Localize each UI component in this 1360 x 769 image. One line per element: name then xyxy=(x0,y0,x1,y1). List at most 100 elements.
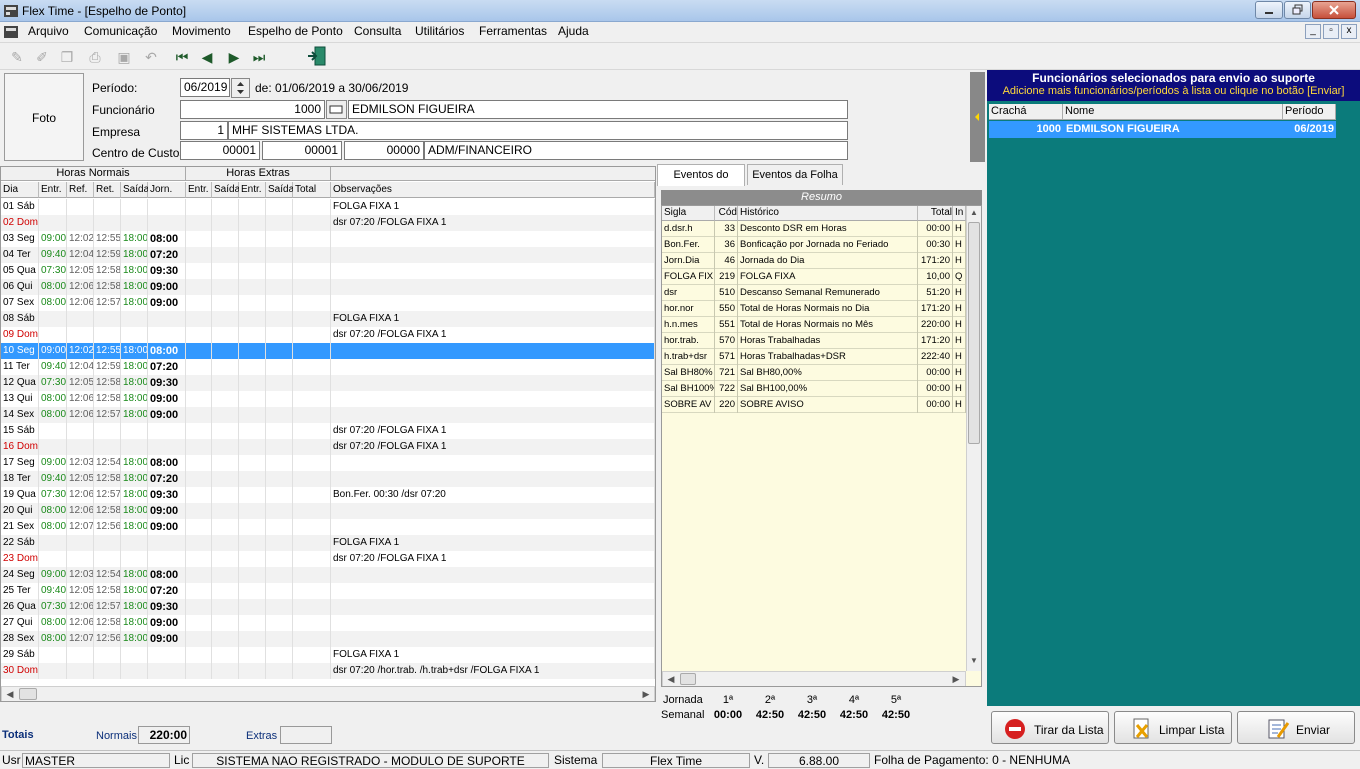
cell-observacoes[interactable]: Bon.Fer. 00:30 /dsr 07:20 xyxy=(331,487,655,503)
exit-icon[interactable] xyxy=(306,45,328,67)
cell-extra-entr2[interactable] xyxy=(239,503,266,519)
mdi-minimize-button[interactable]: _ xyxy=(1305,24,1321,39)
cell-dia[interactable]: 06 Qui xyxy=(1,279,39,295)
cell-extra-entr1[interactable] xyxy=(186,583,212,599)
table-row[interactable]: 28 Sex 08:00 12:07 12:56 18:00 09:00 xyxy=(1,631,655,647)
cell-entr[interactable] xyxy=(39,311,67,327)
cell-ref[interactable] xyxy=(67,535,94,551)
cell-extra-entr1[interactable] xyxy=(186,503,212,519)
cell-observacoes[interactable] xyxy=(331,471,655,487)
cell-extra-saida2[interactable] xyxy=(266,455,293,471)
cell-extra-entr1[interactable] xyxy=(186,615,212,631)
cell-observacoes[interactable]: FOLGA FIXA 1 xyxy=(331,311,655,327)
cell-dia[interactable]: 19 Qua xyxy=(1,487,39,503)
cell-entr[interactable]: 07:30 xyxy=(39,599,67,615)
cell-observacoes[interactable] xyxy=(331,519,655,535)
cell-extra-saida1[interactable] xyxy=(212,663,239,679)
cell-ret[interactable]: 12:57 xyxy=(94,487,121,503)
cell-ret[interactable]: 12:58 xyxy=(94,375,121,391)
cell-total[interactable] xyxy=(293,423,331,439)
cell-ref[interactable]: 12:05 xyxy=(67,583,94,599)
cell-saida[interactable] xyxy=(121,423,148,439)
cell-extra-saida1[interactable] xyxy=(212,279,239,295)
cell-extra-entr1[interactable] xyxy=(186,263,212,279)
cell-dia[interactable]: 07 Sex xyxy=(1,295,39,311)
cell-observacoes[interactable] xyxy=(331,359,655,375)
cell-extra-saida2[interactable] xyxy=(266,647,293,663)
cell-saida[interactable] xyxy=(121,663,148,679)
cell-extra-entr2[interactable] xyxy=(239,583,266,599)
tab-eventos-da-folha[interactable]: Eventos da Folha xyxy=(747,164,843,185)
cell-saida[interactable] xyxy=(121,199,148,215)
cell-saida[interactable]: 18:00 xyxy=(121,231,148,247)
tab-eventos-do-ponto[interactable]: Eventos do Ponto xyxy=(657,164,745,201)
cell-saida[interactable]: 18:00 xyxy=(121,391,148,407)
close-button[interactable] xyxy=(1312,1,1356,19)
cell-extra-saida2[interactable] xyxy=(266,423,293,439)
cell-ret[interactable]: 12:58 xyxy=(94,503,121,519)
cell-ret[interactable] xyxy=(94,535,121,551)
cell-entr[interactable]: 08:00 xyxy=(39,295,67,311)
cell-extra-saida1[interactable] xyxy=(212,567,239,583)
cell-extra-entr2[interactable] xyxy=(239,199,266,215)
cell-observacoes[interactable]: dsr 07:20 /FOLGA FIXA 1 xyxy=(331,327,655,343)
cell-ref[interactable] xyxy=(67,423,94,439)
cell-extra-entr2[interactable] xyxy=(239,535,266,551)
cell-extra-saida2[interactable] xyxy=(266,439,293,455)
cell-dia[interactable]: 05 Qua xyxy=(1,263,39,279)
cell-entr[interactable] xyxy=(39,215,67,231)
cell-observacoes[interactable] xyxy=(331,631,655,647)
cell-total[interactable] xyxy=(293,455,331,471)
cell-saida[interactable] xyxy=(121,647,148,663)
cell-extra-entr1[interactable] xyxy=(186,567,212,583)
cell-total[interactable] xyxy=(293,631,331,647)
cell-entr[interactable] xyxy=(39,327,67,343)
cell-saida[interactable] xyxy=(121,215,148,231)
cell-total[interactable] xyxy=(293,343,331,359)
cc3-input[interactable]: 00000 xyxy=(344,141,424,160)
cell-extra-entr1[interactable] xyxy=(186,311,212,327)
cell-extra-saida2[interactable] xyxy=(266,263,293,279)
cell-ref[interactable]: 12:06 xyxy=(67,279,94,295)
empresa-code-input[interactable]: 1 xyxy=(180,121,228,140)
cell-extra-saida2[interactable] xyxy=(266,279,293,295)
undo-icon[interactable]: ↶ xyxy=(143,49,159,65)
cell-jorn[interactable]: 08:00 xyxy=(148,231,186,247)
cell-extra-entr2[interactable] xyxy=(239,599,266,615)
cell-observacoes[interactable] xyxy=(331,567,655,583)
table-row[interactable]: 15 Sáb dsr 07:20 /FOLGA FIXA 1 xyxy=(1,423,655,439)
cell-dia[interactable]: 30 Dom xyxy=(1,663,39,679)
cell-entr[interactable]: 09:00 xyxy=(39,343,67,359)
cell-extra-saida2[interactable] xyxy=(266,215,293,231)
resumo-row[interactable]: Bon.Fer. 36 Bonficação por Jornada no Feri… xyxy=(662,237,966,253)
col-saida[interactable]: Saída xyxy=(121,182,149,198)
cell-ref[interactable] xyxy=(67,215,94,231)
cell-extra-saida1[interactable] xyxy=(212,295,239,311)
enviar-button[interactable]: Enviar xyxy=(1237,711,1355,744)
cell-jorn[interactable] xyxy=(148,311,186,327)
cell-extra-saida1[interactable] xyxy=(212,407,239,423)
cell-dia[interactable]: 20 Qui xyxy=(1,503,39,519)
cell-jorn[interactable] xyxy=(148,439,186,455)
cell-saida[interactable]: 18:00 xyxy=(121,359,148,375)
cell-extra-entr2[interactable] xyxy=(239,455,266,471)
cell-saida[interactable]: 18:00 xyxy=(121,519,148,535)
cell-total[interactable] xyxy=(293,551,331,567)
cell-ref[interactable]: 12:06 xyxy=(67,503,94,519)
mdi-close-button[interactable]: x xyxy=(1341,24,1357,39)
cell-extra-entr1[interactable] xyxy=(186,295,212,311)
cell-extra-entr1[interactable] xyxy=(186,519,212,535)
cell-ref[interactable]: 12:06 xyxy=(67,391,94,407)
cell-extra-saida1[interactable] xyxy=(212,263,239,279)
cell-ref[interactable]: 12:06 xyxy=(67,615,94,631)
cell-dia[interactable]: 09 Dom xyxy=(1,327,39,343)
menu-ferramentas[interactable]: Ferramentas xyxy=(479,24,547,38)
periodo-spinner[interactable] xyxy=(231,78,250,98)
next-record-icon[interactable]: ▶ xyxy=(226,49,242,65)
col-extra-entr1[interactable]: Entr. xyxy=(186,182,212,198)
cell-extra-saida2[interactable] xyxy=(266,359,293,375)
cell-extra-entr1[interactable] xyxy=(186,423,212,439)
cell-saida[interactable]: 18:00 xyxy=(121,487,148,503)
cell-entr[interactable]: 09:00 xyxy=(39,231,67,247)
cell-dia[interactable]: 13 Qui xyxy=(1,391,39,407)
